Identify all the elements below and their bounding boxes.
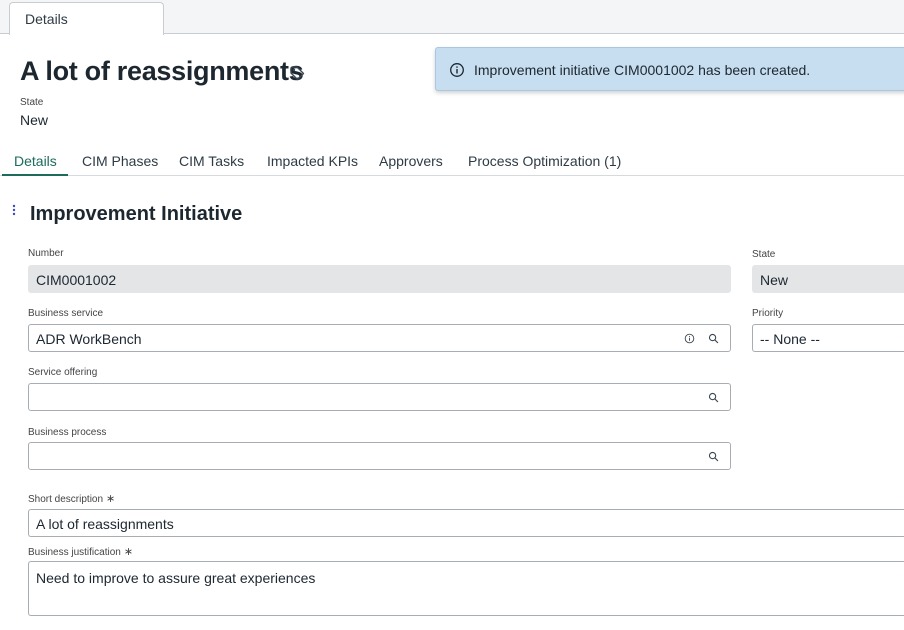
- tab-cim-phases[interactable]: CIM Phases: [82, 153, 158, 169]
- number-field: CIM0001002: [28, 265, 731, 293]
- business-process-input[interactable]: [28, 442, 731, 470]
- search-icon[interactable]: [708, 451, 719, 462]
- required-icon: ∗: [106, 493, 116, 505]
- toast-message: Improvement initiative CIM0001002 has be…: [474, 62, 811, 78]
- required-icon: ∗: [123, 546, 134, 558]
- business-service-label: Business service: [28, 308, 104, 319]
- top-tab-strip: Details: [0, 0, 904, 35]
- tab-approvers[interactable]: Approvers: [379, 153, 443, 169]
- record-state-label: State: [20, 97, 44, 108]
- short-description-label-text: Short description: [28, 494, 104, 505]
- active-tab-indicator: [2, 174, 68, 176]
- tab-cim-tasks[interactable]: CIM Tasks: [179, 153, 244, 169]
- info-icon: [450, 63, 464, 77]
- record-title: A lot of reassignments: [20, 56, 304, 86]
- record-state-value: New: [20, 112, 49, 128]
- tab-process-optimization[interactable]: Process Optimization (1): [468, 153, 621, 169]
- business-service-input[interactable]: ADR WorkBench: [28, 324, 731, 352]
- short-description-input[interactable]: A lot of reassignments: [28, 509, 904, 537]
- search-icon[interactable]: [708, 333, 719, 344]
- business-service-value: ADR WorkBench: [36, 331, 142, 347]
- service-offering-input[interactable]: [28, 383, 731, 411]
- state-field-label: State: [752, 249, 776, 260]
- priority-select[interactable]: -- None --: [752, 324, 904, 352]
- short-description-label: Short description ∗: [28, 492, 115, 505]
- search-icon[interactable]: [708, 392, 719, 403]
- tag-icon[interactable]: [289, 65, 305, 81]
- business-justification-textarea[interactable]: Need to improve to assure great experien…: [28, 561, 904, 616]
- business-justification-label: Business justification ∗: [28, 545, 133, 558]
- priority-label: Priority: [752, 308, 784, 319]
- tab-impacted-kpis[interactable]: Impacted KPIs: [267, 153, 358, 169]
- number-label: Number: [28, 248, 64, 259]
- toast-notification: Improvement initiative CIM0001002 has be…: [435, 47, 904, 91]
- record-tabs: Details CIM Phases CIM Tasks Impacted KP…: [0, 148, 904, 176]
- business-process-label: Business process: [28, 427, 107, 438]
- service-offering-label: Service offering: [28, 367, 98, 378]
- state-field: New: [752, 265, 904, 293]
- info-icon[interactable]: [684, 333, 695, 344]
- tab-details[interactable]: Details: [14, 153, 57, 169]
- section-menu-icon[interactable]: [11, 204, 17, 218]
- business-justification-label-text: Business justification: [28, 547, 121, 558]
- section-title: Improvement Initiative: [30, 203, 243, 225]
- top-tab-details[interactable]: Details: [9, 2, 164, 35]
